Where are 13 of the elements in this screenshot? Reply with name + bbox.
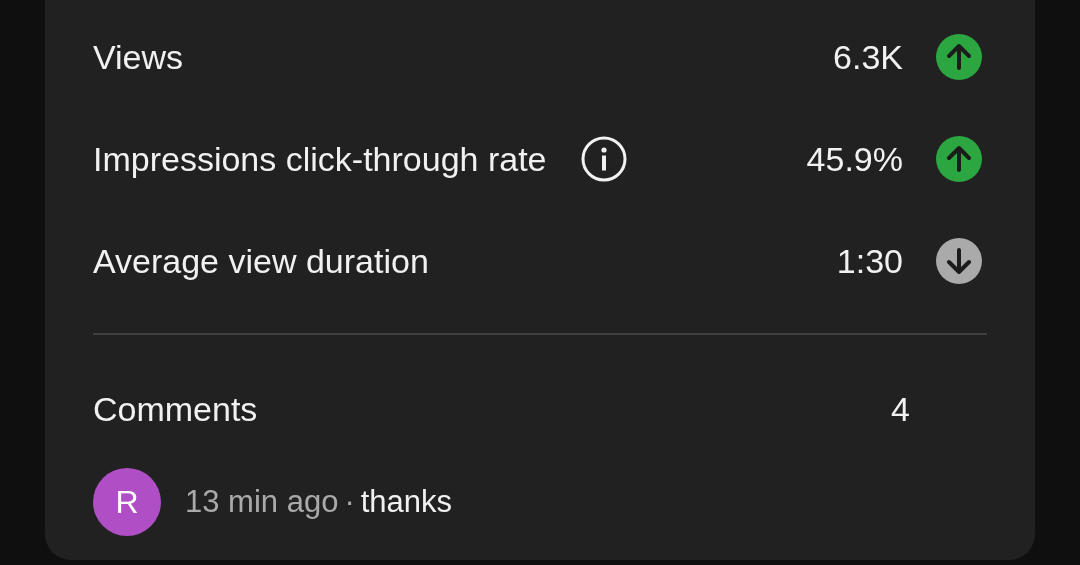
- info-icon[interactable]: [580, 136, 627, 182]
- comments-count: 4: [891, 389, 910, 429]
- separator-dot: ·: [344, 484, 355, 520]
- metric-value: 6.3K: [833, 37, 903, 77]
- comments-label: Comments: [93, 389, 258, 429]
- metric-value: 45.9%: [806, 139, 903, 179]
- metric-value: 1:30: [836, 241, 903, 281]
- metric-label: Average view duration: [93, 241, 429, 281]
- metric-label: Impressions click-through rate: [93, 139, 547, 179]
- comment-text: thanks: [360, 484, 453, 520]
- comment-time: 13 min ago: [185, 484, 339, 520]
- avatar: R: [93, 468, 161, 536]
- metric-label: Views: [93, 37, 184, 77]
